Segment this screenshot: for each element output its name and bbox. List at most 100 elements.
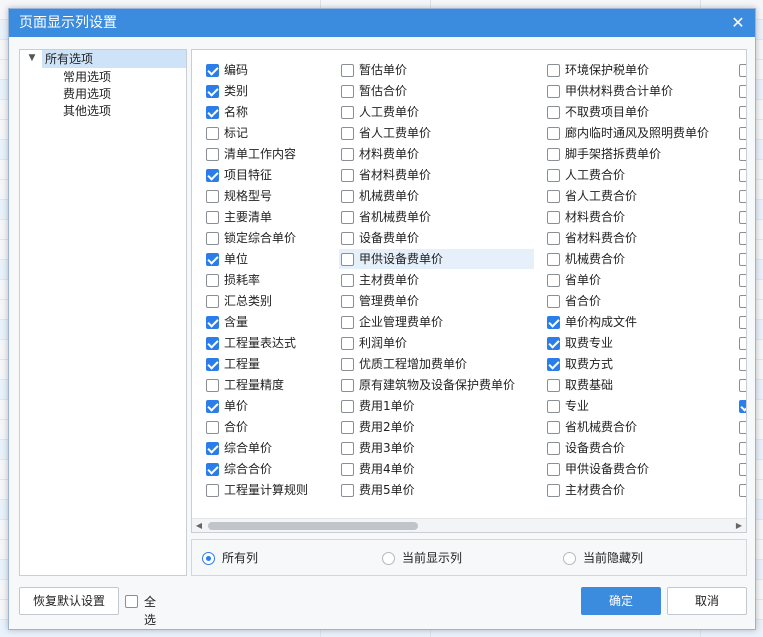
column-option[interactable] [737,249,746,269]
column-option[interactable]: 工程量精度 [204,375,334,395]
radio-button[interactable] [563,552,576,565]
column-option[interactable]: 主材费合价 [545,480,730,500]
option-checkbox[interactable] [341,400,354,413]
column-option[interactable]: 原有建筑物及设备保护费单价 [339,375,534,395]
column-option[interactable]: 利润单价 [339,333,534,353]
column-option[interactable]: 工程量 [204,354,334,374]
option-checkbox[interactable] [206,295,219,308]
option-checkbox[interactable] [739,211,746,224]
column-option[interactable]: 费用4单价 [339,459,534,479]
column-option[interactable]: 费用1单价 [339,396,534,416]
option-checkbox[interactable] [206,127,219,140]
select-all-checkbox[interactable] [125,595,138,608]
column-option[interactable]: 省机械费单价 [339,207,534,227]
column-option[interactable]: 损耗率 [204,270,334,290]
column-option[interactable]: 暂估合价 [339,81,534,101]
option-checkbox[interactable] [206,358,219,371]
column-option[interactable]: 费用2单价 [339,417,534,437]
option-checkbox[interactable] [547,274,560,287]
column-option[interactable]: 主材费单价 [339,270,534,290]
column-option[interactable] [737,81,746,101]
option-checkbox[interactable] [547,421,560,434]
column-option[interactable] [737,102,746,122]
column-option[interactable]: 工程量表达式 [204,333,334,353]
option-checkbox[interactable] [547,400,560,413]
column-option[interactable]: 编码 [204,60,334,80]
option-checkbox[interactable] [739,85,746,98]
option-checkbox[interactable] [341,421,354,434]
option-checkbox[interactable] [739,421,746,434]
option-checkbox[interactable] [547,379,560,392]
option-checkbox[interactable] [547,295,560,308]
column-option[interactable]: 清单工作内容 [204,144,334,164]
column-option[interactable]: 管理费单价 [339,291,534,311]
column-option[interactable]: 省机械费合价 [545,417,730,437]
option-checkbox[interactable] [739,316,746,329]
option-checkbox[interactable] [547,484,560,497]
column-option[interactable]: 省材料费单价 [339,165,534,185]
column-option[interactable]: 甲供设备费单价 [339,249,534,269]
column-option[interactable] [737,333,746,353]
column-option[interactable]: 主要清单 [204,207,334,227]
option-checkbox[interactable] [206,337,219,350]
option-checkbox[interactable] [739,232,746,245]
column-option[interactable] [737,291,746,311]
column-option[interactable]: 廊内临时通风及照明费单价 [545,123,730,143]
column-option[interactable]: 锁定综合单价 [204,228,334,248]
option-checkbox[interactable] [341,190,354,203]
option-checkbox[interactable] [206,442,219,455]
column-option[interactable] [737,228,746,248]
column-option[interactable]: 费用5单价 [339,480,534,500]
option-checkbox[interactable] [739,106,746,119]
column-option[interactable]: 工程量计算规则 [204,480,334,500]
column-option[interactable]: 单价构成文件 [545,312,730,332]
option-checkbox[interactable] [341,169,354,182]
column-option[interactable]: 标记 [204,123,334,143]
column-option[interactable]: 机械费合价 [545,249,730,269]
option-checkbox[interactable] [547,232,560,245]
column-option[interactable] [737,459,746,479]
column-option[interactable]: 设备费单价 [339,228,534,248]
column-option[interactable]: 取费方式 [545,354,730,374]
option-checkbox[interactable] [341,316,354,329]
option-checkbox[interactable] [341,463,354,476]
option-checkbox[interactable] [206,148,219,161]
column-option[interactable] [737,270,746,290]
scroll-left-icon[interactable]: ◀ [192,519,206,532]
column-option[interactable]: 专业 [545,396,730,416]
option-checkbox[interactable] [547,463,560,476]
column-option[interactable]: 环境保护税单价 [545,60,730,80]
column-option[interactable] [737,396,746,416]
option-checkbox[interactable] [206,463,219,476]
column-option[interactable]: 综合单价 [204,438,334,458]
option-checkbox[interactable] [739,358,746,371]
column-option[interactable]: 省人工费单价 [339,123,534,143]
radio-button[interactable] [202,552,215,565]
option-checkbox[interactable] [341,232,354,245]
option-checkbox[interactable] [341,484,354,497]
column-option[interactable]: 暂估单价 [339,60,534,80]
radio-button[interactable] [382,552,395,565]
option-checkbox[interactable] [739,442,746,455]
option-checkbox[interactable] [739,400,746,413]
ok-button[interactable]: 确定 [581,587,661,615]
option-checkbox[interactable] [206,274,219,287]
option-checkbox[interactable] [341,127,354,140]
tree-node-other-options[interactable]: 其他选项 [60,102,111,120]
column-option[interactable] [737,354,746,374]
option-checkbox[interactable] [739,253,746,266]
option-checkbox[interactable] [341,253,354,266]
close-icon[interactable]: ✕ [727,9,749,37]
option-checkbox[interactable] [547,211,560,224]
column-option[interactable]: 优质工程增加费单价 [339,354,534,374]
option-checkbox[interactable] [739,379,746,392]
option-checkbox[interactable] [547,190,560,203]
column-option[interactable] [737,186,746,206]
option-checkbox[interactable] [206,232,219,245]
column-option[interactable]: 甲供设备费合价 [545,459,730,479]
column-option[interactable]: 费用3单价 [339,438,534,458]
column-option[interactable]: 人工费合价 [545,165,730,185]
column-option[interactable]: 甲供材料费合计单价 [545,81,730,101]
option-checkbox[interactable] [206,400,219,413]
column-option[interactable]: 机械费单价 [339,186,534,206]
